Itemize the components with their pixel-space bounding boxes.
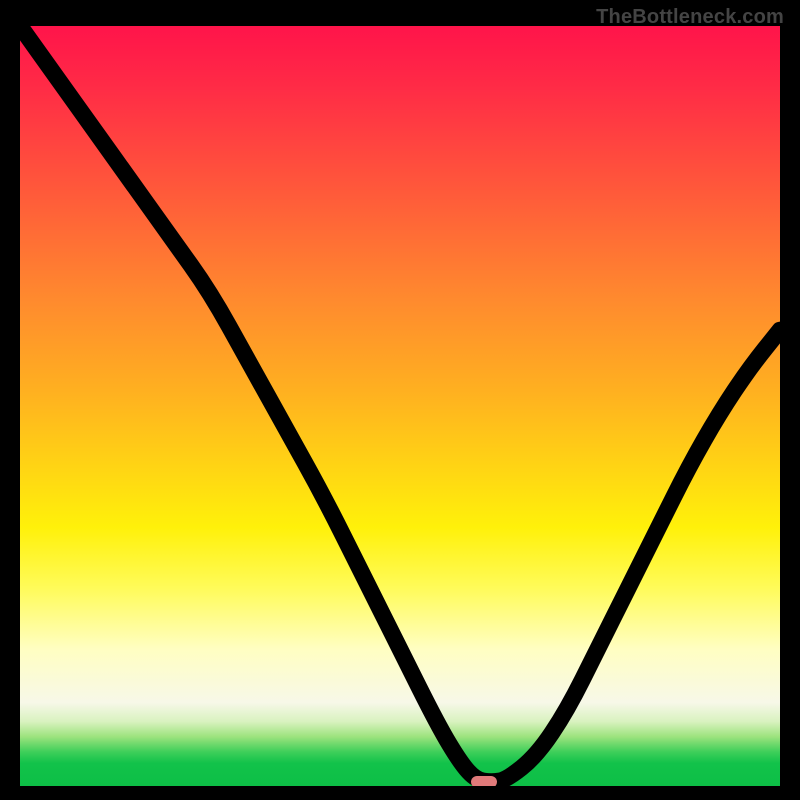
plot-area bbox=[20, 26, 780, 786]
curve-path bbox=[20, 26, 780, 782]
bottleneck-curve bbox=[20, 26, 780, 786]
optimal-marker bbox=[471, 776, 497, 786]
chart-frame: TheBottleneck.com bbox=[0, 0, 800, 800]
watermark-text: TheBottleneck.com bbox=[596, 6, 784, 29]
